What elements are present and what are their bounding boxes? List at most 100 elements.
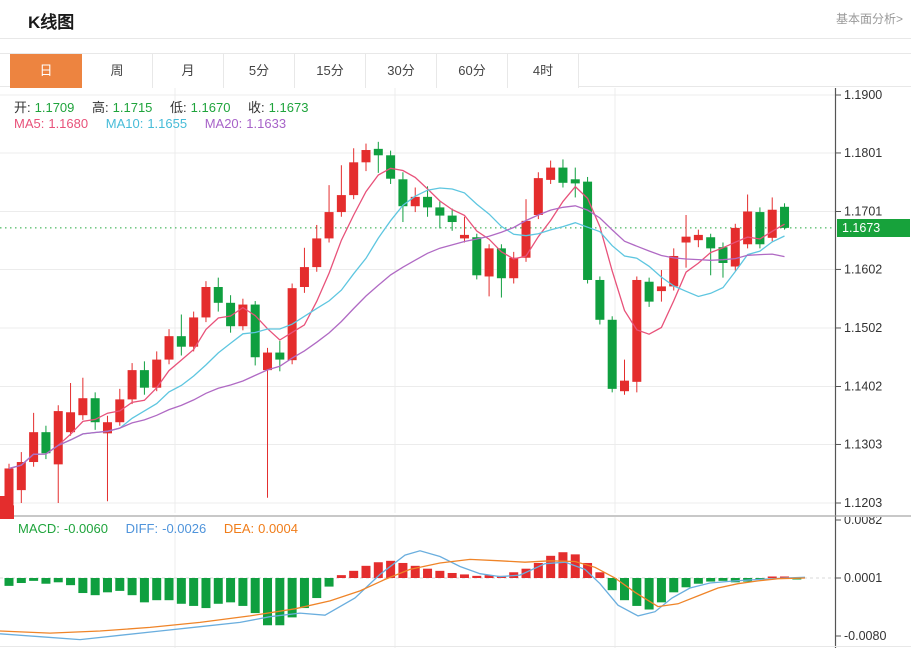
macd-hist-bar — [558, 552, 567, 578]
ma20-value: 1.1633 — [246, 116, 286, 131]
candle-body — [263, 353, 272, 371]
axis-label: 1.1502 — [844, 321, 882, 335]
macd-hist-bar — [54, 578, 63, 582]
macd-label: MACD: — [18, 521, 60, 536]
macd-hist-bar — [238, 578, 247, 606]
fundamental-analysis-link[interactable]: 基本面分析> — [836, 10, 903, 27]
macd-hist-bar — [337, 575, 346, 578]
macd-hist-bar — [165, 578, 174, 600]
candle-body — [177, 336, 186, 347]
macd-hist-bar — [546, 556, 555, 578]
macd-value: -0.0060 — [64, 521, 108, 536]
tab-15分[interactable]: 15分 — [295, 54, 366, 88]
macd-hist-bar — [460, 574, 469, 578]
candle-body — [189, 317, 198, 346]
macd-hist-bar — [251, 578, 260, 613]
macd-hist-bar — [435, 571, 444, 578]
candle-body — [251, 305, 260, 358]
tab-月[interactable]: 月 — [153, 54, 224, 88]
ma10-value: 1.1655 — [147, 116, 187, 131]
candle-body — [534, 178, 543, 215]
kline-page: K线图 基本面分析> 日周月5分15分30分60分4时 开:1.1709 高:1… — [0, 0, 911, 648]
candle-body — [312, 238, 321, 267]
macd-hist-bar — [706, 578, 715, 582]
macd-hist-bar — [5, 578, 14, 586]
candle-body — [472, 237, 481, 275]
dea-label: DEA: — [224, 521, 254, 536]
axis-label: 1.1900 — [844, 88, 882, 102]
ma-row: MA5:1.1680 MA10:1.1655 MA20:1.1633 — [14, 116, 290, 131]
candlestick-chart[interactable]: 1.19001.18011.17011.16021.15021.14021.13… — [0, 88, 911, 517]
macd-hist-bar — [152, 578, 161, 600]
macd-hist-bar — [29, 578, 38, 581]
candle-body — [595, 280, 604, 320]
macd-hist-bar — [423, 569, 432, 578]
candle-body — [165, 336, 174, 359]
candle-body — [460, 235, 469, 239]
candle-body — [275, 353, 284, 360]
candle-body — [509, 258, 518, 278]
macd-hist-bar — [78, 578, 87, 593]
candle-body — [201, 287, 210, 317]
timeframe-tabbar: 日周月5分15分30分60分4时 — [0, 53, 911, 87]
macd-hist-bar — [115, 578, 124, 591]
macd-hist-bar — [300, 578, 309, 608]
macd-hist-bar — [448, 573, 457, 578]
candle-body — [731, 228, 740, 267]
candle-body — [54, 411, 63, 464]
macd-hist-bar — [682, 578, 691, 587]
candle-body — [374, 149, 383, 155]
candle-body — [497, 248, 506, 278]
tab-60分[interactable]: 60分 — [437, 54, 508, 88]
macd-hist-bar — [657, 578, 666, 602]
candle-body — [583, 182, 592, 280]
candle-body — [214, 287, 223, 303]
axis-label: 1.1602 — [844, 262, 882, 276]
macd-hist-bar — [361, 566, 370, 578]
tab-4时[interactable]: 4时 — [508, 54, 579, 88]
axis-label: 1.1701 — [844, 204, 882, 218]
macd-hist-bar — [288, 578, 297, 617]
macd-hist-bar — [140, 578, 149, 602]
candle-body — [620, 381, 629, 392]
macd-hist-bar — [669, 578, 678, 592]
macd-hist-bar — [41, 578, 50, 584]
macd-hist-bar — [177, 578, 186, 604]
candle-body — [608, 320, 617, 389]
candle-body — [645, 282, 654, 302]
candle-body — [349, 162, 358, 195]
macd-hist-bar — [226, 578, 235, 602]
ma10-label: MA10: — [106, 116, 144, 131]
macd-hist-bar — [595, 572, 604, 578]
macd-hist-bar — [608, 578, 617, 590]
low-label: 低: — [170, 100, 187, 115]
candle-body — [435, 207, 444, 215]
macd-hist-bar — [768, 577, 777, 579]
axis-label: -0.0080 — [844, 629, 886, 643]
tab-日[interactable]: 日 — [10, 54, 82, 88]
macd-hist-bar — [312, 578, 321, 598]
tab-5分[interactable]: 5分 — [224, 54, 295, 88]
candle-body — [706, 237, 715, 248]
macd-hist-bar — [103, 578, 112, 592]
candle-body — [41, 432, 50, 453]
macd-hist-bar — [620, 578, 629, 600]
dea-value: 0.0004 — [258, 521, 298, 536]
tab-30分[interactable]: 30分 — [366, 54, 437, 88]
ma20-line — [9, 206, 785, 469]
axis-label: 0.0082 — [844, 517, 882, 527]
last-price-badge: 1.1673 — [837, 219, 910, 237]
candle-body — [78, 398, 87, 415]
macd-hist-bar — [349, 571, 358, 578]
tab-周[interactable]: 周 — [82, 54, 153, 88]
close-value: 1.1673 — [269, 100, 309, 115]
candle-body — [571, 179, 580, 183]
candle-body — [669, 256, 678, 286]
open-value: 1.1709 — [35, 100, 75, 115]
page-header: K线图 基本面分析> — [0, 0, 911, 39]
macd-chart[interactable]: 0.00820.0001-0.0080 — [0, 517, 911, 648]
candle-body — [485, 248, 494, 276]
macd-hist-bar — [694, 578, 703, 584]
diff-label: DIFF: — [126, 521, 159, 536]
ma5-value: 1.1680 — [48, 116, 88, 131]
